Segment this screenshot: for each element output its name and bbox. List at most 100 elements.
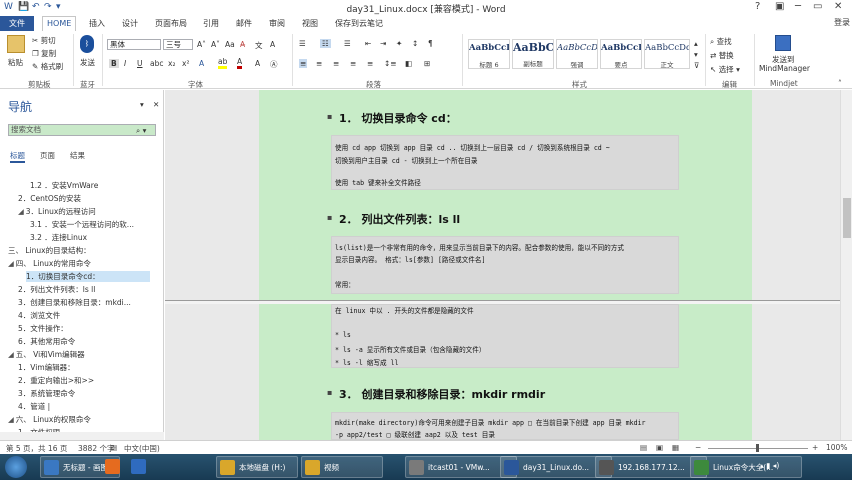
style-normal[interactable]: AaBbCcDd 正文 [644, 39, 690, 69]
nav-heading-item[interactable]: ◢ 3．Linux的远程访问 [18, 206, 96, 217]
subscript-icon[interactable]: x₂ [168, 59, 175, 68]
strikethrough-icon[interactable]: abc [150, 59, 163, 68]
proofing-icon[interactable]: ▤ [110, 443, 117, 452]
nav-heading-item[interactable]: 6．其他常用命令 [18, 336, 75, 347]
help-button[interactable]: ? [755, 1, 760, 12]
nav-heading-item[interactable]: ◢ 四、 Linux的常用命令 [8, 258, 91, 269]
paste-icon[interactable] [7, 35, 25, 53]
decrease-indent-icon[interactable]: ⇤ [365, 39, 371, 48]
nav-heading-item[interactable]: 4．浏览文件 [18, 310, 60, 321]
tab-layout[interactable]: 页面布局 [155, 18, 187, 29]
code-block-mkdir[interactable]: mkdir(make directory)命令可用来创建子目录 mkdir ap… [331, 412, 679, 440]
expand-triangle-icon[interactable]: ◢ [18, 207, 24, 216]
show-marks-icon[interactable]: ¶ [428, 39, 433, 48]
nav-heading-item[interactable]: 5．文件操作： [18, 323, 68, 334]
zoom-thumb[interactable] [756, 444, 759, 452]
nav-heading-item[interactable]: 3.2 ．连接Linux [30, 232, 87, 243]
web-layout-icon[interactable]: ▦ [672, 443, 679, 452]
nav-heading-item[interactable]: 1.2 ．安装VmWare [30, 180, 98, 191]
heading-cd[interactable]: 1． 切换目录命令 cd： [339, 110, 457, 126]
nav-heading-item[interactable]: 3．创建目录和移除目录：mkdi... [18, 297, 131, 308]
numbering-icon[interactable]: ☷ [320, 39, 331, 48]
distributed-icon[interactable]: ≡ [367, 59, 373, 68]
justify-icon[interactable]: ≡ [350, 59, 356, 68]
chinese-layout-icon[interactable]: ✦ [396, 39, 402, 48]
bluetooth-icon[interactable]: ᛒ [80, 35, 94, 53]
zoom-level[interactable]: 100% [826, 443, 847, 452]
scroll-thumb[interactable] [843, 198, 851, 238]
find-button[interactable]: ⌕ 查找 [710, 36, 732, 47]
align-right-icon[interactable]: ≡ [333, 59, 339, 68]
bluetooth-send-button[interactable]: 发送 [80, 57, 95, 68]
styles-scroll-down-icon[interactable]: ▾ [694, 50, 698, 59]
tab-save-cloud[interactable]: 保存到云笔记 [335, 18, 383, 29]
tray-icons[interactable]: ▴ ▮ ◂) [760, 461, 779, 470]
nav-heading-item[interactable]: ◢ 五、 Vi和Vim编辑器 [8, 349, 85, 360]
code-block-cd[interactable]: 使用 cd app 切换到 app 目录 cd .. 切换到上一层目录 cd /… [331, 135, 679, 190]
sort-icon[interactable]: ↕ [412, 39, 418, 48]
superscript-icon[interactable]: x² [182, 59, 189, 68]
nav-heading-item[interactable]: 2．CentOS的安装 [18, 193, 81, 204]
enclose-char-icon[interactable]: Ⓐ [270, 59, 278, 70]
nav-heading-item[interactable]: 三、 Linux的目录结构： [8, 245, 91, 256]
nav-heading-item[interactable]: 3．系统管理命令 [18, 388, 75, 399]
heading-ls[interactable]: 2． 列出文件列表：ls ll [339, 211, 460, 227]
mindmanager-icon[interactable] [775, 35, 791, 51]
expand-triangle-icon[interactable]: ◢ [8, 259, 14, 268]
expand-triangle-icon[interactable]: ◢ [8, 350, 14, 359]
nav-close-icon[interactable]: ✕ [153, 100, 159, 109]
cut-button[interactable]: ✂ 剪切 [32, 35, 56, 46]
underline-icon[interactable]: U [137, 59, 143, 68]
nav-heading-item[interactable]: 2．列出文件列表：ls ll [18, 284, 95, 295]
zoom-out-icon[interactable]: − [695, 443, 701, 452]
collapse-ribbon-icon[interactable]: ˄ [838, 79, 842, 88]
code-block-ls-continued[interactable]: 在 linux 中以 . 开头的文件都是隐藏的文件 * ls * ls -a 显… [331, 304, 679, 368]
code-block-ls[interactable]: ls(list)是一个非常有用的命令，用来显示当前目录下的内容。配合参数的使用，… [331, 236, 679, 294]
tab-insert[interactable]: 插入 [89, 18, 105, 29]
nav-tab-results[interactable]: 结果 [70, 150, 85, 161]
start-button[interactable] [5, 456, 27, 478]
styles-more-icon[interactable]: ⊽ [694, 61, 700, 70]
style-strong[interactable]: AaBbCcD要点 [600, 39, 642, 69]
taskbar-app-button[interactable]: 视频 [301, 456, 383, 478]
char-border-icon[interactable]: A [270, 40, 275, 49]
heading-mkdir[interactable]: 3． 创建目录和移除目录：mkdir rmdir [339, 386, 545, 402]
tab-mailings[interactable]: 邮件 [236, 18, 252, 29]
tab-file[interactable]: 文件 [0, 16, 34, 31]
expand-triangle-icon[interactable]: ◢ [8, 415, 14, 424]
style-heading6[interactable]: AaBbCcI 标题 6 [468, 39, 510, 69]
char-shading-icon[interactable]: A [255, 59, 260, 68]
clear-format-icon[interactable]: A̶ [240, 40, 245, 49]
tab-view[interactable]: 视图 [302, 18, 318, 29]
borders-icon[interactable]: ⊞ [424, 59, 430, 68]
bold-icon[interactable]: B [109, 59, 119, 68]
shrink-font-icon[interactable]: A˅ [211, 40, 220, 49]
grow-font-icon[interactable]: A˄ [197, 40, 206, 49]
style-subtitle[interactable]: AaBbC 副标题 [512, 39, 554, 69]
shading-icon[interactable]: ◧ [405, 59, 412, 68]
tab-home[interactable]: HOME [42, 16, 77, 31]
nav-heading-item[interactable]: 1．Vim编辑器： [18, 362, 75, 373]
nav-options-icon[interactable]: ▾ [140, 100, 144, 109]
styles-scroll-up-icon[interactable]: ▴ [694, 39, 698, 48]
paste-button[interactable]: 粘贴 [8, 57, 23, 68]
nav-heading-item[interactable]: 4．管道 | [18, 401, 50, 412]
ribbon-display-icon[interactable]: ▣ [775, 1, 784, 12]
print-layout-icon[interactable]: ▣ [656, 443, 663, 452]
page-count[interactable]: 第 5 页，共 16 页 [6, 443, 67, 454]
nav-tab-headings[interactable]: 标题 [10, 150, 25, 163]
text-effects-icon[interactable]: A [199, 59, 204, 68]
phonetic-guide-icon[interactable]: 文 [255, 40, 263, 51]
nav-scrollbar[interactable] [0, 432, 164, 440]
replace-button[interactable]: ⇄ 替换 [710, 50, 734, 61]
align-center-icon[interactable]: ≡ [316, 59, 322, 68]
tab-review[interactable]: 审阅 [269, 18, 285, 29]
italic-icon[interactable]: I [124, 59, 126, 68]
vertical-scrollbar[interactable] [840, 90, 852, 440]
line-spacing-icon[interactable]: ↕≡ [384, 59, 397, 68]
change-case-icon[interactable]: Aa [225, 40, 235, 49]
format-painter-button[interactable]: ✎ 格式刷 [32, 61, 63, 72]
increase-indent-icon[interactable]: ⇥ [380, 39, 386, 48]
multilevel-list-icon[interactable]: ☰ [344, 39, 351, 48]
read-mode-icon[interactable]: ▤ [640, 443, 647, 452]
